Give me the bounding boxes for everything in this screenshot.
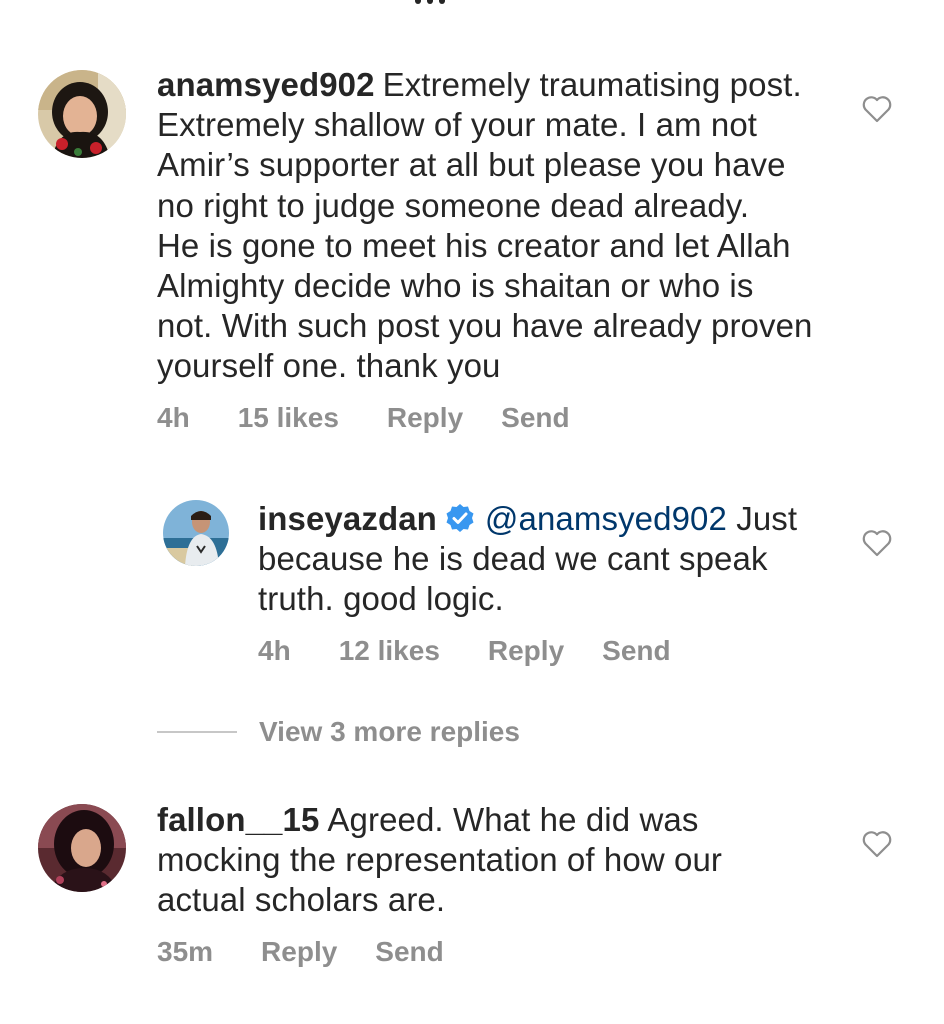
verified-badge-icon: [446, 504, 474, 532]
username[interactable]: inseyazdan: [258, 500, 437, 537]
heart-outline-icon[interactable]: [862, 830, 892, 858]
send-button[interactable]: Send: [375, 936, 443, 968]
divider-line: [157, 731, 237, 733]
username[interactable]: anamsyed902: [157, 66, 375, 103]
reply-button[interactable]: Reply: [387, 402, 463, 434]
view-more-replies-label[interactable]: View 3 more replies: [259, 716, 520, 748]
username[interactable]: fallon__15: [157, 801, 319, 838]
avatar[interactable]: [163, 500, 229, 566]
comment-time: 35m: [157, 936, 214, 967]
comment-text-line: Just: [736, 500, 798, 537]
profile-photo-icon: [38, 804, 126, 892]
comment-text-line: yourself one. thank you: [157, 347, 501, 385]
heart-outline-icon[interactable]: [862, 95, 892, 123]
reply-button[interactable]: Reply: [261, 936, 337, 968]
likes-count[interactable]: 12 likes: [339, 635, 440, 667]
send-button[interactable]: Send: [501, 402, 569, 434]
view-more-replies[interactable]: View 3 more replies: [157, 716, 520, 748]
profile-photo-icon: [38, 70, 126, 158]
comment-text-line: Amir’s supporter at all but please you h…: [157, 146, 786, 184]
comment-text-line: Extremely traumatising post.: [382, 66, 802, 103]
avatar[interactable]: [38, 804, 126, 892]
comment-text-line: no right to judge someone dead already.: [157, 186, 750, 224]
reply-button[interactable]: Reply: [488, 635, 564, 667]
comment-text-line: Almighty decide who is shaitan or who is: [157, 267, 754, 305]
cropped-top-element: [400, 0, 460, 4]
comment-time: 4h: [157, 402, 190, 433]
comment-meta: 35m Reply Send: [157, 936, 444, 968]
comment-text-line: He is gone to meet his creator and let A…: [157, 226, 791, 264]
heart-outline-icon[interactable]: [862, 529, 892, 557]
comment-meta: 4h 15 likes Reply Send: [157, 402, 570, 434]
send-button[interactable]: Send: [602, 635, 670, 667]
comment-text-line: not. With such post you have already pro…: [157, 307, 813, 345]
comment-text-line: Extremely shallow of your mate. I am not: [157, 106, 758, 144]
comment-meta: 4h 12 likes Reply Send: [258, 635, 671, 667]
mention-link[interactable]: @anamsyed902: [485, 500, 727, 537]
comment-text-line: mocking the representation of how our: [157, 841, 723, 879]
likes-count[interactable]: 15 likes: [238, 402, 339, 434]
comment-text-line: Agreed. What he did was: [327, 801, 699, 838]
comment-text-line: truth. good logic.: [258, 580, 504, 618]
comment-time: 4h: [258, 635, 291, 666]
avatar[interactable]: [38, 70, 126, 158]
comment-text-line: because he is dead we cant speak: [258, 540, 768, 578]
profile-photo-icon: [163, 500, 229, 566]
comment-text-line: actual scholars are.: [157, 881, 446, 919]
